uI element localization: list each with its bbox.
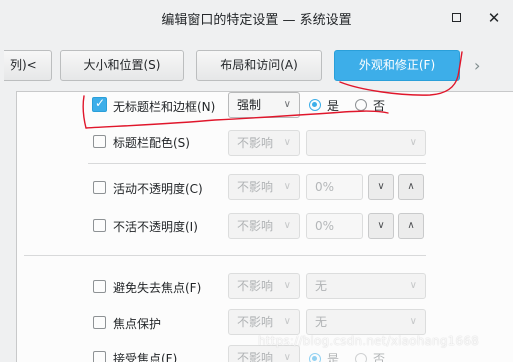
separator: [88, 163, 426, 164]
tab-size-position[interactable]: 大小和位置(S): [60, 50, 184, 81]
focus-protection-checkbox[interactable]: [93, 316, 106, 329]
focus-protection-label: 焦点保护: [113, 317, 162, 331]
active-opacity-checkbox[interactable]: [93, 181, 106, 194]
close-button[interactable]: ✕: [484, 8, 504, 28]
titlebar-color-scheme-select[interactable]: ∨: [306, 130, 426, 156]
inactive-opacity-label: 不活不透明度(I): [113, 220, 198, 234]
inactive-opacity-value: 0%: [315, 219, 335, 233]
active-opacity-value: 0%: [315, 180, 335, 194]
inactive-opacity-down-button[interactable]: ∨: [368, 213, 394, 239]
inactive-opacity-up-button[interactable]: ∧: [398, 213, 424, 239]
chevron-down-icon: ∨: [283, 352, 291, 362]
focus-stealing-value-select[interactable]: 无 ∨: [306, 273, 426, 299]
chevron-down-icon: ∨: [409, 280, 417, 291]
focus-stealing-label: 避免失去焦点(F): [113, 281, 202, 295]
watermark: https://blog.csdn.net/xiaohang1668: [258, 334, 480, 348]
focus-stealing-value: 无: [315, 279, 328, 293]
chevron-down-icon: ∨: [283, 181, 291, 192]
accept-focus-yes-label: 是: [327, 352, 340, 362]
titlebar-color-label: 标题栏配色(S): [113, 136, 190, 150]
tab-bar: 列)< 大小和位置(S) 布局和访问(A) 外观和修正(F) ›: [0, 36, 513, 92]
inactive-opacity-checkbox[interactable]: [93, 219, 106, 232]
focus-stealing-policy-value: 不影响: [237, 279, 274, 293]
active-opacity-policy-value: 不影响: [237, 180, 274, 194]
tab-arrangement-access[interactable]: 布局和访问(A): [196, 50, 322, 81]
inactive-opacity-policy-select[interactable]: 不影响 ∨: [228, 213, 300, 239]
active-opacity-policy-select[interactable]: 不影响 ∨: [228, 174, 300, 200]
noborder-no-label: 否: [373, 99, 386, 113]
chevron-down-icon: ∨: [283, 99, 291, 110]
accept-focus-checkbox[interactable]: [93, 351, 106, 362]
inactive-opacity-policy-value: 不影响: [237, 219, 274, 233]
noborder-label: 无标题栏和边框(N): [113, 100, 216, 114]
chevron-down-icon: ∨: [283, 137, 291, 148]
tab-appearance-fixes[interactable]: 外观和修正(F): [334, 50, 460, 81]
titlebar-color-policy-value: 不影响: [237, 136, 274, 150]
chevron-down-icon: ∨: [283, 220, 291, 231]
chevron-down-icon: ∨: [409, 137, 417, 148]
noborder-checkbox[interactable]: [92, 96, 107, 112]
active-opacity-down-button[interactable]: ∨: [368, 174, 394, 200]
active-opacity-spinbox[interactable]: 0%: [306, 174, 363, 200]
focus-protection-value: 无: [315, 315, 328, 329]
inactive-opacity-spinbox[interactable]: 0%: [306, 213, 363, 239]
focus-stealing-checkbox[interactable]: [93, 280, 106, 293]
focus-protection-policy-select[interactable]: 不影响 ∨: [228, 309, 300, 335]
chevron-down-icon: ∨: [409, 316, 417, 327]
accept-focus-policy-value: 不影响: [237, 351, 274, 362]
accept-focus-yes-radio[interactable]: [309, 353, 321, 362]
minimize-button[interactable]: [446, 8, 466, 28]
focus-protection-policy-value: 不影响: [237, 315, 274, 329]
chevron-down-icon: ∨: [283, 280, 291, 291]
active-opacity-label: 活动不透明度(C): [113, 182, 203, 196]
titlebar-color-policy-select[interactable]: 不影响 ∨: [228, 130, 300, 156]
window-title: 编辑窗口的特定设置 — 系统设置: [161, 13, 352, 28]
focus-stealing-policy-select[interactable]: 不影响 ∨: [228, 273, 300, 299]
noborder-yes-radio[interactable]: [309, 99, 321, 111]
noborder-policy-value: 强制: [237, 98, 262, 112]
chevron-down-icon: ∨: [283, 316, 291, 327]
focus-protection-value-select[interactable]: 无 ∨: [306, 309, 426, 335]
tab-previous[interactable]: 列)<: [4, 50, 52, 81]
noborder-yes-label: 是: [327, 99, 340, 113]
noborder-no-radio[interactable]: [355, 99, 367, 111]
minimize-icon: [451, 13, 461, 22]
separator: [24, 255, 426, 256]
noborder-policy-select[interactable]: 强制 ∨: [228, 92, 300, 118]
tab-scroll-right-icon[interactable]: ›: [474, 56, 480, 75]
accept-focus-no-radio[interactable]: [355, 353, 367, 362]
active-opacity-up-button[interactable]: ∧: [398, 174, 424, 200]
accept-focus-label: 接受焦点(F): [113, 352, 178, 362]
title-bar: 编辑窗口的特定设置 — 系统设置 ✕: [0, 0, 513, 36]
titlebar-color-checkbox[interactable]: [93, 135, 106, 148]
accept-focus-no-label: 否: [373, 352, 386, 362]
